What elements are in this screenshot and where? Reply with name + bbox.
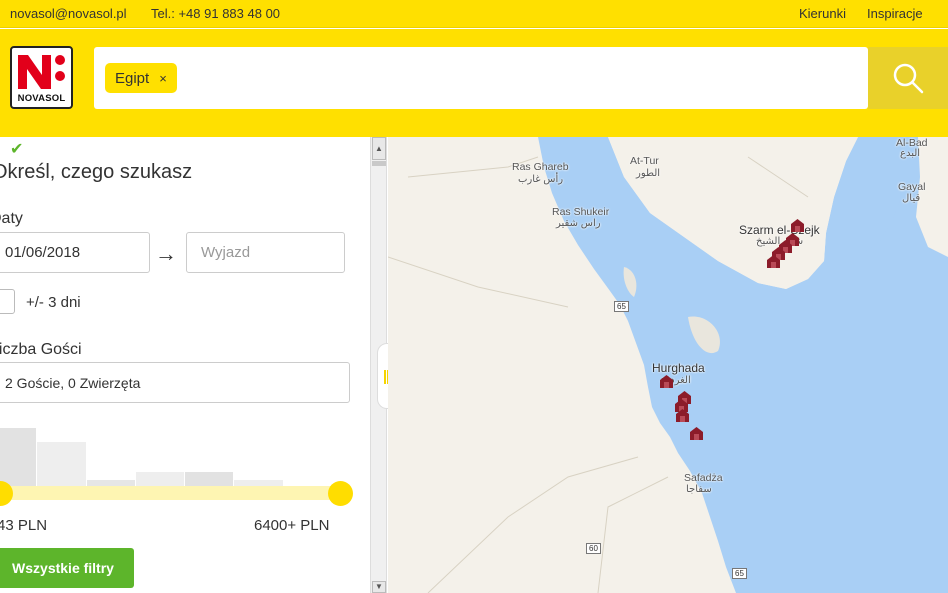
map-label-at-tur: At-Tur — [630, 155, 659, 167]
departure-date-input[interactable]: Wyjazd — [186, 232, 345, 273]
price-slider-track[interactable] — [0, 486, 341, 500]
map-label-gayal: Gayal — [898, 181, 926, 193]
search-chip[interactable]: Egipt × — [105, 63, 177, 93]
map-label-ras-ghareb-ar: رأس غارب — [518, 174, 564, 185]
map-label-hurghada: Hurghada — [652, 361, 705, 375]
guests-select[interactable]: 2 Goście, 0 Zwierzęta — [0, 362, 350, 403]
novasol-logo[interactable]: NOVASOL — [10, 46, 73, 109]
map-label-safadza-ar: سفاجا — [686, 484, 712, 495]
map-label-gayal-ar: قيال — [902, 193, 921, 204]
road-shield: 65 — [732, 568, 747, 579]
price-histogram-bar — [185, 471, 234, 487]
road-line — [427, 456, 639, 593]
nav-link-kierunki[interactable]: Kierunki — [799, 6, 846, 21]
property-marker-icon[interactable] — [767, 255, 780, 268]
map-label-al-bad-ar: البدع — [900, 148, 921, 159]
contact-email-link[interactable]: novasol@novasol.pl — [10, 6, 127, 21]
road-shield: 60 — [586, 543, 601, 554]
dates-label: Daty — [0, 210, 23, 227]
header: NOVASOL Egipt × — [0, 29, 948, 137]
map-label-safadza: Safadża — [684, 472, 723, 484]
logo-text: NOVASOL — [17, 93, 66, 104]
chip-remove-icon[interactable]: × — [159, 71, 167, 86]
search-chip-label: Egipt — [115, 69, 150, 87]
price-histogram-bar — [37, 441, 86, 487]
property-marker-icon[interactable] — [660, 375, 673, 388]
map-label-szarm-el-szejk: Szarm el-Szejk — [739, 223, 820, 237]
price-histogram-bar — [0, 427, 37, 487]
property-marker-icon[interactable] — [791, 219, 804, 232]
scroll-down-icon[interactable]: ▼ — [372, 581, 386, 593]
scrollbar-thumb[interactable] — [372, 161, 386, 166]
map-label-ras-shukeir: Ras Shukeir — [552, 206, 610, 218]
filter-panel: Określ, czego szukasz Daty 01/06/2018 → … — [0, 137, 370, 593]
scroll-up-icon[interactable]: ▲ — [372, 137, 386, 160]
flex-dates-checkbox[interactable] — [0, 289, 15, 314]
arrival-date-input[interactable]: 01/06/2018 — [0, 232, 150, 273]
road-line — [388, 256, 569, 308]
map[interactable]: Ras Ghareb رأس غارب At-Tur الطور Ras Shu… — [388, 137, 948, 593]
checkmark-icon: ✔ — [10, 141, 24, 158]
arrow-right-icon: → — [155, 241, 177, 266]
property-marker-icon[interactable] — [690, 427, 703, 440]
search-button[interactable] — [868, 47, 948, 109]
flex-dates-label: +/- 3 dni — [26, 294, 81, 311]
search-field[interactable]: Egipt × — [94, 47, 868, 109]
contact-phone: Tel.: +48 91 883 48 00 — [151, 6, 281, 21]
price-slider-max-handle[interactable] — [328, 481, 353, 506]
property-marker-icon[interactable] — [676, 409, 689, 422]
map-label-at-tur-ar: الطور — [636, 168, 661, 179]
nav-link-inspiracje[interactable]: Inspiracje — [867, 6, 923, 21]
map-label-ras-ghareb: Ras Ghareb — [512, 161, 569, 173]
price-max-label: 6400+ PLN — [254, 517, 330, 534]
road-line — [597, 476, 669, 593]
magnifier-icon — [893, 63, 924, 94]
price-min-label: 43 PLN — [0, 517, 48, 534]
road-shield: 65 — [614, 301, 629, 312]
panel-title: Określ, czego szukasz — [0, 161, 193, 183]
all-filters-button[interactable]: Wszystkie filtry — [0, 548, 134, 588]
guests-label: Liczba Gości — [0, 341, 82, 358]
map-label-ras-shukeir-ar: راس شقير — [556, 218, 601, 229]
price-histogram-bar — [135, 471, 185, 487]
top-bar: novasol@novasol.pl Tel.: +48 91 883 48 0… — [0, 0, 948, 28]
logo-mark-icon — [18, 55, 65, 89]
price-histogram — [0, 417, 345, 487]
